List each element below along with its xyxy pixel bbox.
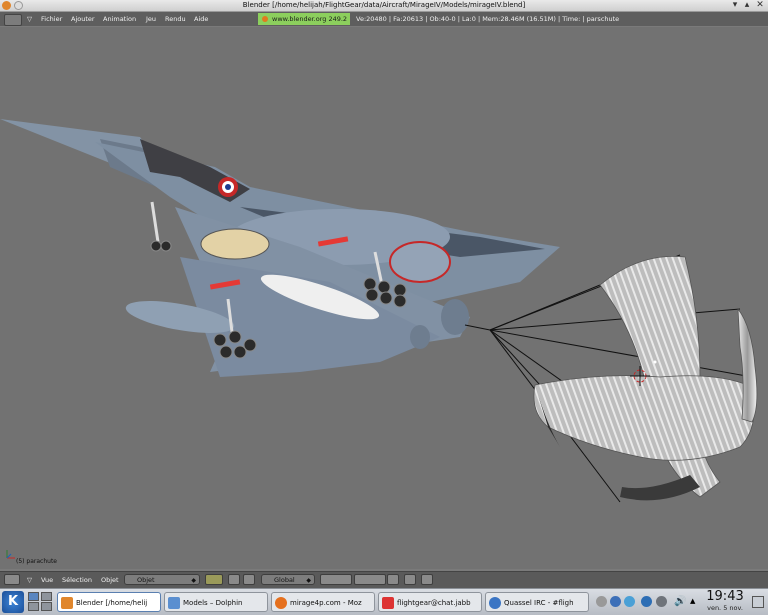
layer-buttons-2[interactable] [354, 574, 386, 585]
menu-ajouter[interactable]: Ajouter [71, 15, 95, 23]
clock-date: ven. 5 nov. [707, 604, 743, 612]
menu-aide[interactable]: Aide [194, 15, 208, 23]
mode-value: Objet [137, 576, 155, 584]
minimize-icon[interactable]: ▾ [730, 0, 740, 10]
menu-animation[interactable]: Animation [103, 15, 136, 23]
dolphin-icon [168, 597, 180, 609]
collapse-menu-icon[interactable]: ▽ [27, 15, 32, 23]
scene-stats: Ve:20480 | Fa:20613 | Ob:40-0 | La:0 | M… [356, 15, 620, 23]
task-blender[interactable]: Blender [/home/helij [57, 592, 161, 612]
clock-time: 19:43 [706, 589, 744, 604]
layer-buttons-1[interactable] [320, 574, 352, 585]
blender-version-label: www.blender.org 249.2 [272, 15, 348, 23]
tray-tools-icon[interactable] [656, 596, 667, 607]
pivot-button[interactable] [228, 574, 240, 585]
maximize-icon[interactable]: ▴ [742, 0, 752, 10]
editor-type-button[interactable] [4, 14, 22, 26]
tray-kmix-icon[interactable] [610, 596, 621, 607]
window-title: Blender [/home/helijah/FlightGear/data/A… [242, 1, 526, 9]
clock[interactable]: 19:43 ven. 5 nov. [703, 589, 747, 612]
view-axes-icon [6, 550, 15, 559]
desktop-pager-1[interactable] [28, 592, 39, 601]
editor-type-button-3d[interactable] [4, 574, 20, 585]
tray-volume-icon[interactable]: 🔊 [674, 596, 686, 607]
manipulator-button[interactable] [243, 574, 255, 585]
blender-logo-icon [262, 16, 268, 22]
tray-expand-icon[interactable]: ▲ [690, 596, 701, 607]
collapse-header-icon[interactable]: ▽ [27, 576, 32, 584]
firefox-icon [275, 597, 287, 609]
3d-viewport[interactable] [0, 27, 768, 569]
draw-type-button[interactable] [205, 574, 223, 585]
kopete-icon [382, 597, 394, 609]
tray-network-icon[interactable] [596, 596, 607, 607]
tray-update-icon[interactable] [624, 596, 635, 607]
task-label: mirage4p.com - Moz [290, 599, 362, 607]
menu-rendu[interactable]: Rendu [165, 15, 186, 23]
menu-fichier[interactable]: Fichier [41, 15, 62, 23]
desktop-pager-2[interactable] [41, 592, 52, 601]
3d-view-header: ▽ Vue Sélection Objet Objet ◆ Global ◆ [0, 571, 768, 588]
aircraft-model [0, 119, 560, 377]
render-image-button[interactable] [421, 574, 433, 585]
desktop-pager-3[interactable] [28, 602, 39, 611]
show-desktop-button[interactable] [752, 596, 764, 608]
lock-layer-button[interactable] [387, 574, 399, 585]
menu-vue[interactable]: Vue [41, 576, 53, 584]
orientation-value: Global [274, 576, 295, 584]
window-titlebar[interactable]: Blender [/home/helijah/FlightGear/data/A… [0, 0, 768, 12]
menu-objet[interactable]: Objet [101, 576, 119, 584]
scene-render [0, 119, 758, 503]
kde-taskbar: K Blender [/home/helij Models – Dolphin … [0, 588, 768, 615]
menu-jeu[interactable]: Jeu [146, 15, 156, 23]
desktop-pager-4[interactable] [41, 602, 52, 611]
task-label: Blender [/home/helij [76, 599, 148, 607]
kde-menu-button[interactable]: K [2, 591, 24, 613]
blender-icon [61, 597, 73, 609]
close-icon[interactable]: ✕ [755, 0, 765, 10]
chevron-down-icon: ◆ [191, 577, 196, 584]
task-dolphin[interactable]: Models – Dolphin [164, 592, 268, 612]
blender-menu-bar: ▽ Fichier Ajouter Animation Jeu Rendu Ai… [0, 12, 768, 26]
chevron-down-icon-2: ◆ [306, 577, 311, 584]
task-label: Quassel IRC - #fligh [504, 599, 574, 607]
task-label: flightgear@chat.jabb [397, 599, 471, 607]
tray-klipper-icon[interactable] [641, 596, 652, 607]
task-quassel[interactable]: Quassel IRC - #fligh [485, 592, 589, 612]
task-firefox[interactable]: mirage4p.com - Moz [271, 592, 375, 612]
task-label: Models – Dolphin [183, 599, 243, 607]
task-kopete[interactable]: flightgear@chat.jabb [378, 592, 482, 612]
menu-selection[interactable]: Sélection [62, 576, 92, 584]
quassel-icon [489, 597, 501, 609]
mode-select[interactable]: Objet ◆ [124, 574, 200, 585]
blender-org-link[interactable]: www.blender.org 249.2 [258, 13, 350, 25]
orientation-select[interactable]: Global ◆ [261, 574, 315, 585]
render-preview-button[interactable] [404, 574, 416, 585]
active-object-label: (5) parachute [16, 558, 57, 565]
